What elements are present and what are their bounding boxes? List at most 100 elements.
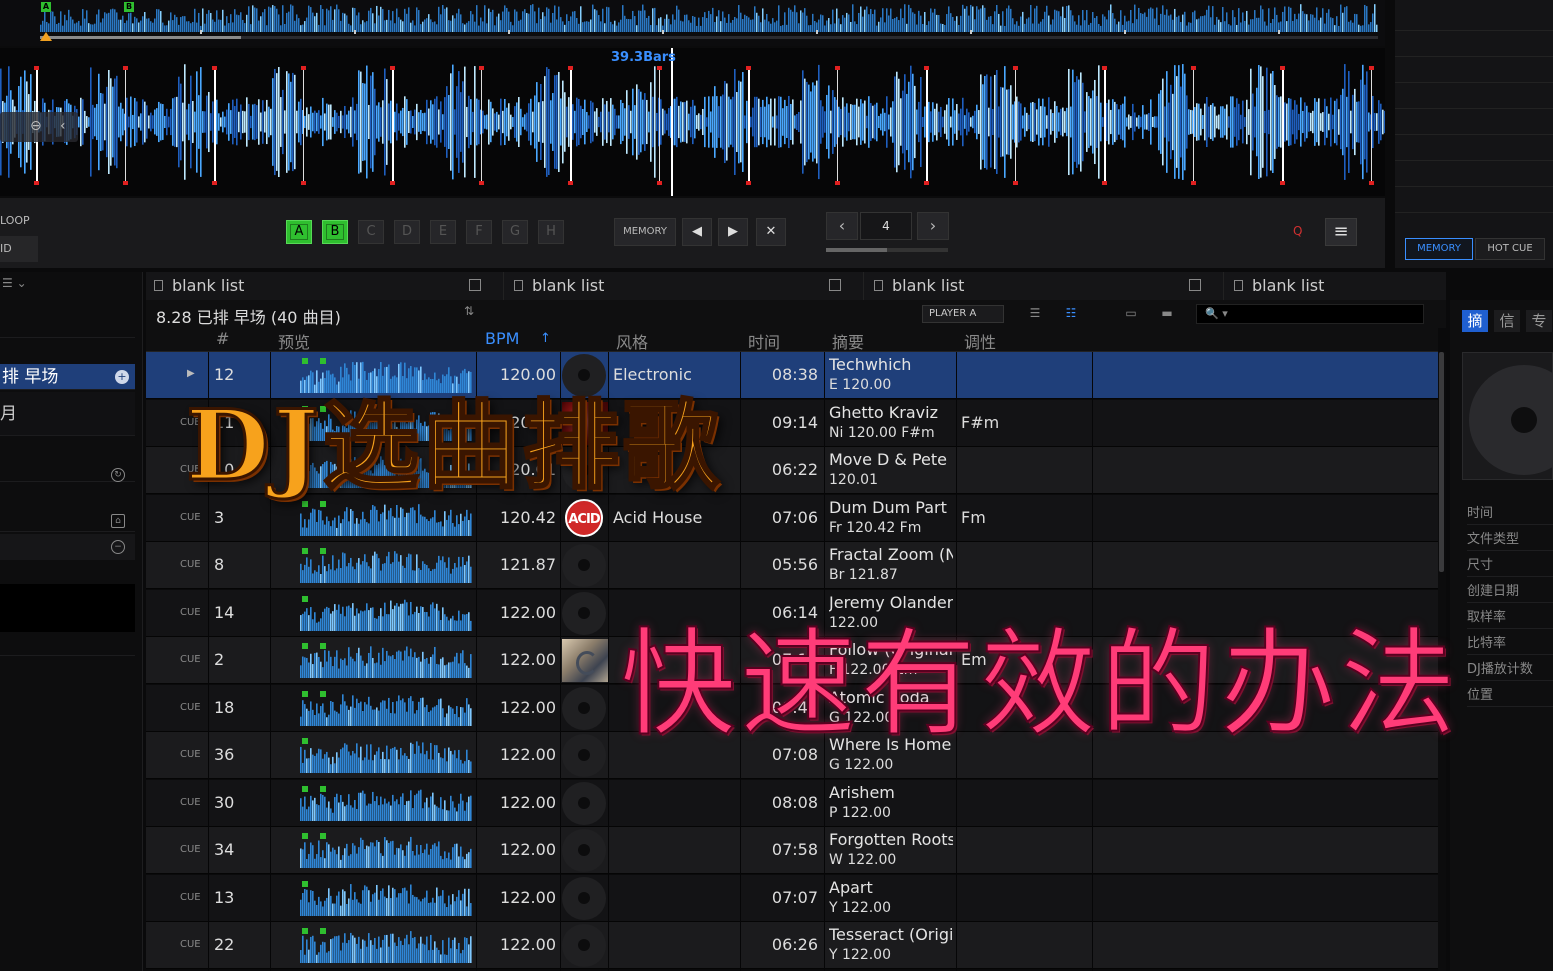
track-preview-waveform[interactable]	[300, 690, 472, 726]
track-preview-waveform[interactable]	[300, 832, 472, 868]
sidebar-item[interactable]: −	[0, 534, 135, 560]
track-bpm: 122.00	[500, 935, 556, 954]
beat-jump-next-button[interactable]: ›	[917, 212, 949, 240]
sidebar-item[interactable]	[0, 298, 135, 338]
memory-delete-button[interactable]: ✕	[756, 218, 786, 246]
bars-remaining-label: 39.3Bars	[611, 50, 676, 65]
track-title: Fractal Zoom (N	[829, 545, 953, 564]
hot-cue-button-e[interactable]: E	[430, 220, 456, 244]
track-preview-waveform[interactable]	[300, 927, 472, 963]
tab-info-summary[interactable]: 摘	[1462, 310, 1488, 332]
chevron-left-icon[interactable]: ‹	[60, 118, 66, 134]
hot-cue-button-c[interactable]: C	[358, 220, 384, 244]
track-bpm: 122.00	[500, 792, 556, 812]
sidebar-item[interactable]: ⌂	[0, 484, 135, 532]
split-view-icon[interactable]: ▭	[1122, 306, 1140, 322]
memory-button[interactable]: MEMORY	[614, 218, 676, 246]
sync-icon[interactable]: ↻	[111, 468, 125, 482]
zoom-out-icon[interactable]: ⊖	[30, 118, 42, 134]
memory-next-button[interactable]: ▶	[718, 218, 748, 246]
tab-menu-icon[interactable]	[829, 279, 841, 291]
column-header-number[interactable]: #	[216, 329, 229, 348]
track-number: 13	[214, 887, 235, 907]
track-artwork	[562, 639, 608, 682]
table-row[interactable]: CUE 30 122.00 08:08 Arishem P 122.00	[146, 779, 1438, 827]
tab-info-details[interactable]: 信	[1494, 310, 1520, 332]
column-header-bpm[interactable]: BPM	[485, 329, 519, 348]
sidebar-item-selected-playlist[interactable]: 排 早场 +	[0, 364, 135, 390]
column-header-time[interactable]: 时间	[748, 329, 780, 353]
single-view-icon[interactable]: ▬	[1158, 306, 1176, 322]
tab-memory[interactable]: MEMORY	[1405, 238, 1473, 260]
info-field-label: 位置	[1467, 684, 1553, 707]
playlist-header: 8.28 已排 早场 (40 曲目) ⇅ PLAYER A ☰ ☷ ▭ ▬ 🔍 …	[146, 300, 1446, 328]
sort-ascending-icon[interactable]: ↑	[540, 331, 551, 346]
track-preview-waveform[interactable]	[300, 547, 472, 583]
sidebar-view-icon[interactable]: ☰ ⌄	[2, 276, 27, 290]
track-time: 07:06	[771, 507, 818, 527]
track-preview-waveform[interactable]	[300, 595, 472, 631]
hot-cue-button-a[interactable]: A	[286, 220, 312, 244]
track-preview-waveform[interactable]	[300, 880, 472, 916]
detail-view-icon[interactable]: ☷	[1062, 306, 1080, 322]
track-preview-waveform[interactable]	[300, 785, 472, 821]
hot-cue-button-h[interactable]: H	[538, 220, 564, 244]
search-input[interactable]: 🔍 ▾	[1196, 304, 1424, 324]
column-header-key[interactable]: 调性	[964, 329, 996, 353]
tab-label: blank list	[892, 276, 965, 295]
playlist-title: 8.28 已排 早场 (40 曲目)	[156, 308, 341, 327]
tab-label: blank list	[172, 276, 245, 295]
sort-icon[interactable]: ⇅	[464, 304, 474, 318]
list-view-icon[interactable]: ☰	[1026, 306, 1044, 322]
table-row[interactable]: CUE 22 122.00 06:26 Tesseract (Origi Y 122.00	[146, 922, 1438, 969]
tab-blank-list-1[interactable]: blank list	[146, 272, 504, 300]
track-title: Forgotten Roots	[829, 830, 953, 849]
hot-cue-button-d[interactable]: D	[394, 220, 420, 244]
tab-info-album[interactable]: 专	[1526, 310, 1552, 332]
tab-hot-cue[interactable]: HOT CUE	[1475, 238, 1545, 260]
tab-menu-icon[interactable]	[469, 279, 481, 291]
device-icon[interactable]: ⌂	[111, 514, 125, 528]
track-preview-waveform[interactable]	[300, 737, 472, 773]
track-artwork	[562, 924, 606, 967]
overview-hotcue-marker-b[interactable]: B	[124, 2, 134, 12]
tab-blank-list-2[interactable]: blank list	[506, 272, 864, 300]
beat-jump-value[interactable]: 4	[860, 212, 912, 240]
beat-jump-prev-button[interactable]: ‹	[826, 212, 858, 240]
table-row[interactable]: CUE 34 122.00 07:58 Forgotten Roots W 122.00	[146, 827, 1438, 874]
sidebar-item-month[interactable]: 月	[0, 392, 135, 436]
track-bpm: 122.00	[500, 840, 556, 859]
memory-prev-button[interactable]: ◀	[682, 218, 712, 246]
hot-cue-button-b[interactable]: B	[322, 220, 348, 244]
column-header-genre[interactable]: 风格	[616, 329, 648, 353]
table-row[interactable]: CUE 8 121.87 05:56 Fractal Zoom (N Br 121.87	[146, 542, 1438, 589]
tab-menu-icon[interactable]	[1189, 279, 1201, 291]
cue-indicator: CUE	[180, 749, 201, 760]
tab-blank-list-4[interactable]: blank list	[1226, 272, 1553, 300]
sidebar: ☰ ⌄ 排 早场 + 月 ↻ ⌂ −	[0, 272, 143, 971]
chevron-left-icon: ‹	[838, 216, 846, 235]
column-header-preview[interactable]: 预览	[278, 329, 310, 353]
add-icon[interactable]: +	[115, 370, 129, 384]
deck-menu-button[interactable]: ≡	[1325, 218, 1357, 246]
hot-cue-button-g[interactable]: G	[502, 220, 528, 244]
player-select[interactable]: PLAYER A	[922, 305, 1004, 323]
table-row[interactable]: CUE 13 122.00 07:07 Apart Y 122.00	[146, 874, 1438, 922]
track-preview-waveform[interactable]	[300, 642, 472, 678]
overview-waveform[interactable]: A B	[0, 0, 1385, 46]
overview-hotcue-marker-a[interactable]: A	[41, 2, 51, 12]
beat-jump-slider[interactable]	[826, 248, 948, 252]
track-number: 30	[214, 792, 235, 812]
cue-indicator: CUE	[180, 796, 201, 808]
column-header-summary[interactable]: 摘要	[832, 329, 864, 353]
track-number: 2	[214, 650, 225, 669]
hot-cue-button-f[interactable]: F	[466, 220, 492, 244]
tab-blank-list-3[interactable]: blank list	[866, 272, 1224, 300]
disc-icon	[562, 544, 606, 587]
sidebar-item[interactable]: ↻	[0, 438, 135, 482]
quantize-indicator[interactable]: Q	[1293, 224, 1302, 238]
zoomed-waveform[interactable]	[0, 48, 1386, 196]
zoom-tools: ⊖ ‹	[0, 112, 78, 142]
disc-icon	[562, 781, 606, 825]
eject-icon[interactable]: −	[111, 540, 125, 554]
